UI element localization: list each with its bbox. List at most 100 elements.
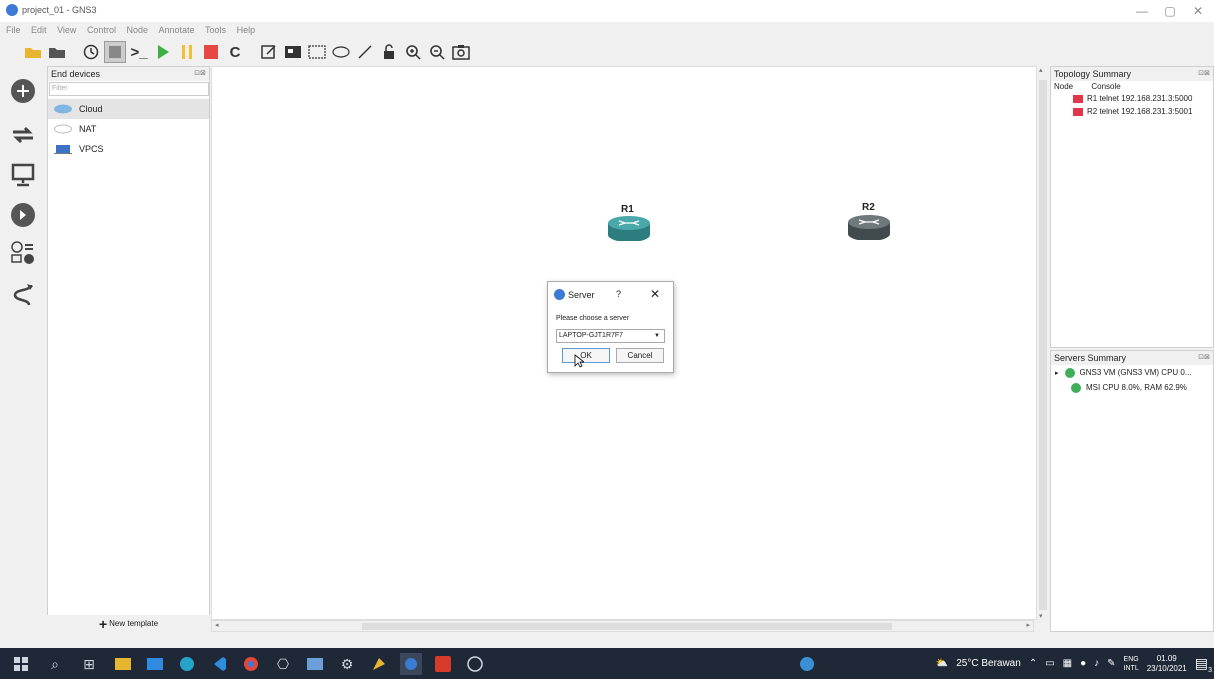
scroll-right-icon[interactable]: ▸ bbox=[1026, 621, 1030, 629]
panel-float-close-icon[interactable]: ⊡⊠ bbox=[194, 67, 206, 81]
scroll-thumb[interactable] bbox=[362, 623, 892, 630]
end-devices-icon[interactable] bbox=[8, 160, 38, 190]
switches-icon[interactable] bbox=[8, 120, 38, 150]
minimize-button[interactable]: — bbox=[1132, 4, 1152, 18]
reload-all-icon[interactable]: C bbox=[224, 41, 246, 63]
menu-control[interactable]: Control bbox=[85, 22, 118, 38]
menu-file[interactable]: File bbox=[4, 22, 23, 38]
draw-ellipse-icon[interactable] bbox=[330, 41, 352, 63]
zoom-out-icon[interactable] bbox=[426, 41, 448, 63]
virtualbox-icon[interactable]: ⎔ bbox=[272, 653, 294, 675]
mouse-cursor-icon bbox=[574, 354, 584, 368]
settings-gear-icon[interactable]: ⚙ bbox=[336, 653, 358, 675]
device-item-nat[interactable]: NAT bbox=[48, 119, 209, 139]
draw-rectangle-icon[interactable] bbox=[306, 41, 328, 63]
horizontal-scrollbar[interactable]: ◂ ▸ bbox=[211, 620, 1034, 632]
help-button[interactable]: ? bbox=[616, 289, 621, 299]
device-item-cloud[interactable]: Cloud bbox=[48, 99, 209, 119]
search-icon[interactable]: ⌕ bbox=[44, 653, 66, 675]
server-row-gns3-vm[interactable]: ▸ GNS3 VM (GNS3 VM) CPU 0... bbox=[1051, 365, 1213, 380]
clock-date: 23/10/2021 bbox=[1146, 663, 1187, 673]
snapshot-clock-icon[interactable] bbox=[80, 41, 102, 63]
task-view-icon[interactable]: ⊞ bbox=[78, 653, 100, 675]
stop-all-icon[interactable] bbox=[200, 41, 222, 63]
start-all-icon[interactable] bbox=[152, 41, 174, 63]
menu-annotate[interactable]: Annotate bbox=[157, 22, 197, 38]
suspend-all-icon[interactable] bbox=[176, 41, 198, 63]
add-link-icon[interactable] bbox=[8, 280, 38, 310]
obs-icon[interactable] bbox=[464, 653, 486, 675]
draw-line-icon[interactable] bbox=[354, 41, 376, 63]
file-explorer-icon[interactable] bbox=[112, 653, 134, 675]
tray-arrow-icon[interactable]: ⌃ bbox=[1029, 658, 1037, 669]
scroll-up-icon[interactable]: ▴ bbox=[1039, 66, 1043, 74]
show-interface-labels-icon[interactable] bbox=[104, 41, 126, 63]
menu-edit[interactable]: Edit bbox=[29, 22, 49, 38]
server-row-msi[interactable]: MSI CPU 8.0%, RAM 62.9% bbox=[1051, 380, 1213, 395]
column-node: Node bbox=[1054, 82, 1074, 91]
console-all-icon[interactable]: >_ bbox=[128, 41, 150, 63]
notification-icon[interactable]: ▤ 3 bbox=[1195, 655, 1212, 674]
gns3-taskbar-icon[interactable] bbox=[400, 653, 422, 675]
scroll-down-icon[interactable]: ▾ bbox=[1039, 612, 1043, 620]
maximize-button[interactable]: ▢ bbox=[1160, 4, 1180, 18]
network-icon[interactable]: ▦ bbox=[1063, 658, 1072, 669]
cancel-button[interactable]: Cancel bbox=[616, 348, 664, 363]
panel-float-close-icon[interactable]: ⊡⊠ bbox=[1198, 351, 1210, 365]
menu-tools[interactable]: Tools bbox=[203, 22, 228, 38]
weather-text[interactable]: 25°C Berawan bbox=[956, 658, 1021, 669]
screenshot-camera-icon[interactable] bbox=[450, 41, 472, 63]
weather-icon[interactable]: ⛅ bbox=[936, 658, 948, 669]
menu-view[interactable]: View bbox=[55, 22, 78, 38]
help-tray-icon[interactable] bbox=[796, 653, 818, 675]
expand-arrow-icon[interactable]: ▸ bbox=[1055, 369, 1059, 377]
battery-icon[interactable]: ▭ bbox=[1045, 658, 1054, 669]
scroll-thumb[interactable] bbox=[1039, 80, 1047, 610]
routers-icon[interactable] bbox=[8, 76, 38, 106]
topology-row-r2[interactable]: R2 telnet 192.168.231.3:5001 bbox=[1051, 105, 1213, 118]
topology-row-r1[interactable]: R1 telnet 192.168.231.3:5000 bbox=[1051, 92, 1213, 105]
device-item-vpcs[interactable]: VPCS bbox=[48, 139, 209, 159]
new-project-icon[interactable] bbox=[22, 41, 44, 63]
mic-icon[interactable]: ● bbox=[1080, 658, 1086, 669]
router-r1[interactable] bbox=[607, 215, 651, 243]
router-r2[interactable] bbox=[847, 214, 891, 242]
server-row-label: MSI CPU 8.0%, RAM 62.9% bbox=[1086, 383, 1187, 392]
acrobat-icon[interactable] bbox=[432, 653, 454, 675]
pen-icon[interactable]: ✎ bbox=[1107, 658, 1115, 669]
panel-float-close-icon[interactable]: ⊡⊠ bbox=[1198, 67, 1210, 81]
vscode-icon[interactable] bbox=[208, 653, 230, 675]
paint-icon[interactable] bbox=[368, 653, 390, 675]
scroll-left-icon[interactable]: ◂ bbox=[215, 621, 219, 629]
vmware-icon[interactable] bbox=[304, 653, 326, 675]
windows-start-icon[interactable] bbox=[10, 653, 32, 675]
server-select[interactable]: LAPTOP-GJT1R7F7 ▼ bbox=[556, 329, 665, 343]
volume-icon[interactable]: ♪ bbox=[1094, 658, 1099, 669]
clock[interactable]: 01.09 23/10/2021 bbox=[1147, 654, 1187, 674]
ok-button[interactable]: OK bbox=[562, 348, 610, 363]
open-project-icon[interactable] bbox=[46, 41, 68, 63]
dialog-close-button[interactable]: ✕ bbox=[650, 287, 660, 301]
notification-count: 3 bbox=[1208, 667, 1212, 674]
close-button[interactable]: ✕ bbox=[1188, 4, 1208, 18]
security-devices-icon[interactable] bbox=[8, 200, 38, 230]
menu-node[interactable]: Node bbox=[124, 22, 150, 38]
edge-browser-icon[interactable] bbox=[176, 653, 198, 675]
router-status-icon bbox=[1073, 94, 1083, 103]
insert-picture-icon[interactable] bbox=[282, 41, 304, 63]
new-template-label: New template bbox=[109, 619, 159, 628]
panel-header: End devices ⊡⊠ bbox=[48, 67, 209, 81]
menu-help[interactable]: Help bbox=[235, 22, 258, 38]
chrome-icon[interactable] bbox=[240, 653, 262, 675]
all-devices-icon[interactable] bbox=[8, 238, 38, 268]
new-template-button[interactable]: + New template bbox=[47, 615, 210, 632]
filter-input[interactable]: Filter bbox=[49, 82, 209, 96]
lock-icon[interactable] bbox=[378, 41, 400, 63]
mail-icon[interactable] bbox=[144, 653, 166, 675]
servers-summary-panel: Servers Summary ⊡⊠ ▸ GNS3 VM (GNS3 VM) C… bbox=[1050, 350, 1214, 632]
add-note-icon[interactable] bbox=[258, 41, 280, 63]
zoom-in-icon[interactable] bbox=[402, 41, 424, 63]
vertical-scrollbar[interactable]: ▴ ▾ bbox=[1036, 66, 1049, 620]
language-indicator[interactable]: ENG INTL bbox=[1124, 655, 1139, 673]
device-label: NAT bbox=[79, 124, 97, 134]
